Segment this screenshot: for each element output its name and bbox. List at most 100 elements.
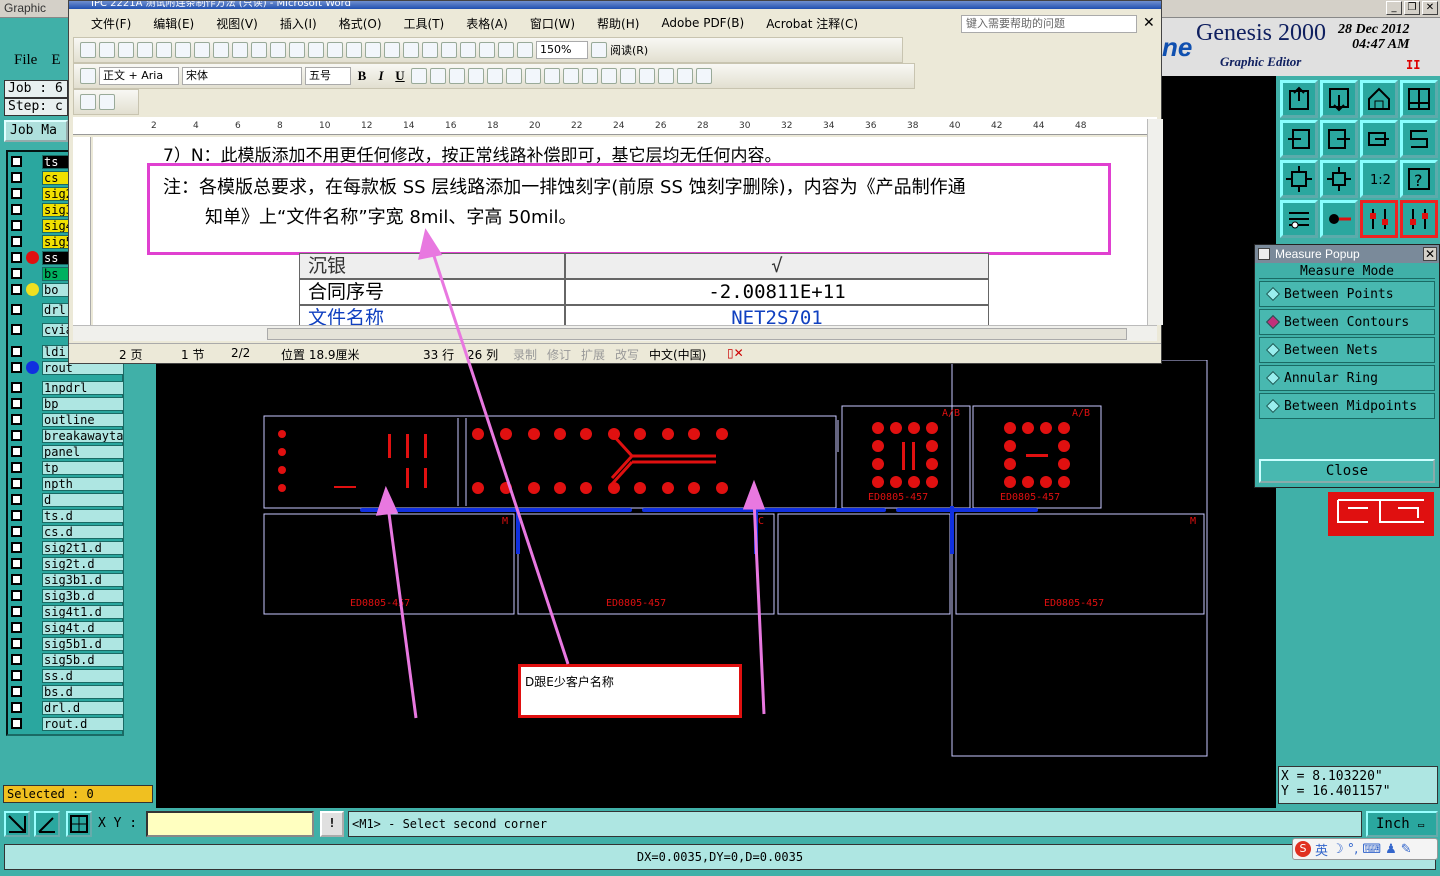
print-icon[interactable] [175, 42, 191, 58]
layer-name[interactable]: sig2t1.d [42, 540, 124, 555]
layer-checkbox[interactable] [11, 638, 22, 649]
word-menu-item[interactable]: 帮助(H) [597, 15, 639, 32]
graphic-canvas[interactable]: A/B A/B M C M ED0805-457 ED0805-457 ED08… [156, 359, 1291, 806]
layer-checkbox[interactable] [11, 526, 22, 537]
layer-name[interactable]: bp [42, 396, 124, 411]
grid-icon[interactable] [66, 811, 92, 837]
line-spacing-icon[interactable] [544, 68, 560, 84]
tool-probe-icon[interactable] [1320, 200, 1358, 238]
layer-color-dot[interactable] [26, 283, 39, 296]
pdf-email-icon[interactable] [99, 94, 115, 110]
radio-diamond-icon[interactable] [1265, 370, 1281, 386]
layer-row[interactable]: sig5b.d [8, 652, 124, 667]
layer-name[interactable]: ts.d [42, 508, 124, 523]
measure-option[interactable]: Between Points [1259, 281, 1435, 307]
status-rev[interactable]: 修订 [547, 346, 571, 363]
layer-checkbox[interactable] [11, 510, 22, 521]
permission-icon[interactable] [137, 42, 153, 58]
ime-keyboard-icon[interactable]: ⌨ [1362, 842, 1381, 857]
distribute-icon[interactable] [525, 68, 541, 84]
spell-icon[interactable] [232, 42, 248, 58]
layer-checkbox[interactable] [11, 574, 22, 585]
enclose-icon[interactable] [696, 68, 712, 84]
layer-row[interactable]: tp [8, 460, 124, 475]
layer-checkbox[interactable] [11, 188, 22, 199]
excel-icon[interactable] [441, 42, 457, 58]
layer-checkbox[interactable] [11, 236, 22, 247]
layer-row[interactable]: sig2t1.d [8, 540, 124, 555]
job-matrix-button[interactable]: Job Ma [4, 120, 68, 142]
layer-checkbox[interactable] [11, 542, 22, 553]
ime-user-icon[interactable]: ♟ [1385, 842, 1397, 857]
measure-option[interactable]: Between Midpoints [1259, 393, 1435, 419]
layer-name[interactable]: sig4t1.d [42, 604, 124, 619]
layer-row[interactable]: drl.d [8, 700, 124, 715]
layer-checkbox[interactable] [11, 220, 22, 231]
word-menu-item[interactable]: 文件(F) [91, 15, 131, 32]
layer-checkbox[interactable] [11, 324, 22, 335]
layer-checkbox[interactable] [11, 284, 22, 295]
columns-icon[interactable] [460, 42, 476, 58]
word-menu-item[interactable]: 表格(A) [466, 15, 508, 32]
tool-move-right-icon[interactable] [1320, 120, 1358, 158]
layer-row[interactable]: npth [8, 476, 124, 491]
layer-name[interactable]: panel [42, 444, 124, 459]
layer-checkbox[interactable] [11, 446, 22, 457]
layer-row[interactable]: 1npdrl [8, 380, 124, 395]
layer-checkbox[interactable] [11, 304, 22, 315]
layer-row[interactable]: cs.d [8, 524, 124, 539]
tool-move-down-icon[interactable] [1320, 80, 1358, 118]
layer-name[interactable]: sig5b1.d [42, 636, 124, 651]
drawing-icon[interactable] [479, 42, 495, 58]
measure-close-icon[interactable]: ✕ [1423, 247, 1437, 261]
format-painter-icon[interactable] [327, 42, 343, 58]
layer-checkbox[interactable] [11, 606, 22, 617]
undo-icon[interactable] [346, 42, 362, 58]
layer-checkbox[interactable] [11, 494, 22, 505]
tool-move-up-icon[interactable] [1280, 80, 1318, 118]
decrease-indent-icon[interactable] [601, 68, 617, 84]
layer-checkbox[interactable] [11, 702, 22, 713]
word-menu-item[interactable]: 窗口(W) [530, 15, 575, 32]
layer-color-dot[interactable] [26, 361, 39, 374]
layer-checkbox[interactable] [11, 252, 22, 263]
radio-diamond-icon[interactable] [1265, 286, 1281, 302]
layer-checkbox[interactable] [11, 382, 22, 393]
measure-option[interactable]: Between Nets [1259, 337, 1435, 363]
layer-row[interactable]: sig4t1.d [8, 604, 124, 619]
layer-name[interactable]: sig3b.d [42, 588, 124, 603]
layer-row[interactable]: sig2t.d [8, 556, 124, 571]
paste-icon[interactable] [308, 42, 324, 58]
tool-help-icon[interactable]: ? [1400, 160, 1438, 198]
measure-close-button[interactable]: Close [1259, 459, 1435, 483]
new-icon[interactable] [80, 42, 96, 58]
italic-button[interactable]: I [373, 68, 389, 84]
layer-name[interactable]: sig5b.d [42, 652, 124, 667]
layer-row[interactable]: sig3b.d [8, 588, 124, 603]
layer-name[interactable]: ss.d [42, 668, 124, 683]
ime-lang-icon[interactable]: 英 [1315, 840, 1328, 859]
word-menu-item[interactable]: 视图(V) [216, 15, 258, 32]
char-shading-icon[interactable] [430, 68, 446, 84]
radio-diamond-icon[interactable] [1265, 314, 1281, 330]
save-icon[interactable] [118, 42, 134, 58]
show-marks-icon[interactable] [517, 42, 533, 58]
layer-name[interactable]: npth [42, 476, 124, 491]
layer-name[interactable]: cs.d [42, 524, 124, 539]
layer-row[interactable]: ts.d [8, 508, 124, 523]
menu-edit[interactable]: E [51, 52, 60, 69]
email-icon[interactable] [156, 42, 172, 58]
pdf-convert-icon[interactable] [80, 94, 96, 110]
document-area[interactable]: 7）N：此模版添加不用更任何修改，按正常线路补偿即可，基它层均无任何内容。 注：… [93, 137, 1147, 325]
tool-home-icon[interactable] [1360, 80, 1398, 118]
layer-checkbox[interactable] [11, 414, 22, 425]
word-close-doc-icon[interactable]: ✕ [1143, 15, 1155, 31]
layer-name[interactable]: sig2t.d [42, 556, 124, 571]
layer-checkbox[interactable] [11, 462, 22, 473]
horizontal-scrollbar[interactable] [73, 325, 1157, 341]
word-menu-item[interactable]: 编辑(E) [153, 15, 194, 32]
layer-row[interactable]: d [8, 492, 124, 507]
minimize-button[interactable]: _ [1386, 1, 1402, 15]
tool-move-left-icon[interactable] [1280, 120, 1318, 158]
layer-row[interactable]: breakawaytab [8, 428, 124, 443]
